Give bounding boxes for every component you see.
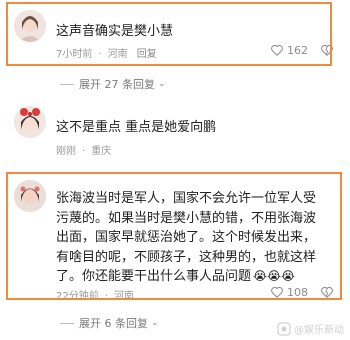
chevron-down-icon: ⌄ [151,318,159,328]
reply-button[interactable]: 回复 [137,49,157,60]
watermark-text: @娱乐新动 [294,325,344,336]
comment-meta: 刚刚 · 重庆 [56,146,112,157]
avatar-image [14,106,46,138]
comment-time: 刚刚 [56,146,76,157]
avatar[interactable] [14,180,46,212]
avatar[interactable] [14,10,46,42]
like-count: 108 [287,285,308,299]
comment-line-last: 了。你还能要干出什么事人品问题 😭😭😭 [56,267,316,287]
comment-text: 这声音确实是樊小慧 [56,24,174,39]
broken-heart-icon[interactable] [320,285,334,299]
expand-replies-label: 展开 27 条回复 [79,78,155,91]
expand-replies-button[interactable]: 展开 27 条回复 ⌄ [60,76,166,92]
comment-location: 河南 [113,291,134,302]
heart-icon[interactable] [270,43,284,57]
crying-emoji-icon: 😭😭😭 [253,269,296,283]
comment-location: 重庆 [91,146,112,157]
avatar-image [14,10,46,42]
logo-icon [277,321,291,336]
comment-line: 出面，国家早就惩治她了。这个时候发出来， [56,230,317,245]
comment-line: 了。你还能要干出什么事人品问题 [56,269,252,284]
comment-meta: 22分钟前 · 河南 [56,291,134,302]
comment-actions: 162 [270,43,334,57]
comment-time: 22分钟前 [56,291,99,302]
comment-line: 有啥目的呢，不顾孩子，这种男的，也就这样 [56,249,317,265]
comment-meta: 7小时前 · 河南 回复 [56,49,157,60]
expand-replies-label: 展开 6 条回复 [79,317,148,330]
avatar[interactable] [14,106,46,138]
comment-text: 张海波当时是军人，国家不会允许一位军人受 污蔑的。如果当时是樊小慧的错，不用张海… [56,189,316,287]
heart-icon[interactable] [270,285,284,299]
watermark: @娱乐新动 [277,321,344,336]
comment-actions: 108 [270,285,334,299]
broken-heart-icon[interactable] [320,43,334,57]
avatar-image [14,180,46,212]
comment-location: 河南 [107,49,128,60]
chevron-down-icon: ⌄ [158,79,166,89]
comment-line: 污蔑的。如果当时是樊小慧的错，不用张海波 [56,210,317,226]
comment-time: 7小时前 [56,49,93,60]
expand-replies-button[interactable]: 展开 6 条回复 ⌄ [60,315,159,331]
comment-line: 张海波当时是军人，国家不会允许一位军人受 [56,191,317,206]
comment-text: 这不是重点 重点是她爱向鹏 [56,120,217,135]
like-count: 162 [287,43,308,57]
